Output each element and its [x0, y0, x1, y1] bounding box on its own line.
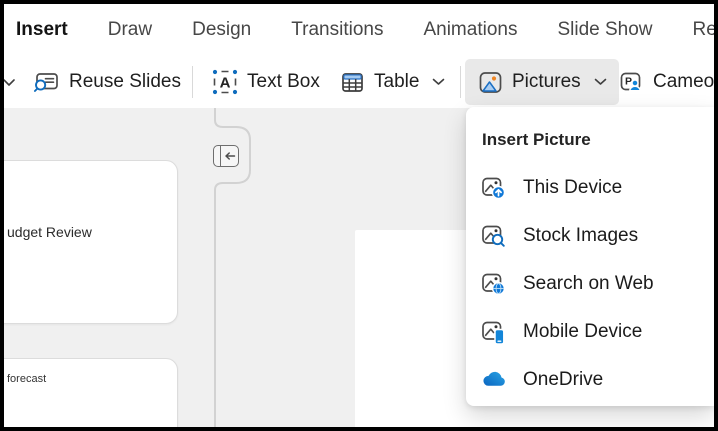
picture-upload-icon — [481, 175, 507, 201]
menu-item-label: OneDrive — [523, 369, 603, 391]
table-icon — [340, 70, 365, 95]
tab-insert[interactable]: Insert — [16, 19, 68, 41]
tab-animations[interactable]: Animations — [423, 19, 517, 41]
slide-thumbnail-1[interactable]: udget Review — [0, 160, 178, 324]
slide-thumbnail-2[interactable]: forecast — [0, 358, 178, 431]
tab-draw[interactable]: Draw — [108, 19, 152, 41]
table-label: Table — [374, 71, 419, 93]
reuse-slides-button[interactable]: Reuse Slides — [33, 56, 181, 108]
menu-item-label: Search on Web — [523, 273, 654, 295]
chevron-down-icon — [594, 78, 607, 86]
tab-transitions[interactable]: Transitions — [291, 19, 383, 41]
svg-text:A: A — [220, 75, 231, 92]
reuse-slides-label: Reuse Slides — [69, 71, 181, 93]
picture-search-icon — [481, 223, 507, 249]
toolbar-separator — [192, 66, 193, 98]
menu-item-label: This Device — [523, 177, 622, 199]
text-box-label: Text Box — [247, 71, 320, 93]
tab-review[interactable]: Re — [693, 19, 717, 41]
cameo-icon: P — [618, 69, 644, 95]
pane-edge-glyph — [214, 146, 221, 166]
svg-text:P: P — [625, 76, 632, 88]
picture-phone-icon — [481, 319, 507, 345]
menu-item-onedrive[interactable]: OneDrive — [479, 356, 709, 404]
menu-item-label: Mobile Device — [523, 321, 642, 343]
menu-item-mobile-device[interactable]: Mobile Device — [479, 308, 709, 356]
pictures-label: Pictures — [512, 71, 581, 93]
menu-item-stock-images[interactable]: Stock Images — [479, 212, 709, 260]
cameo-button[interactable]: P Cameo — [618, 56, 714, 108]
insert-picture-menu: Insert Picture This Device — [466, 107, 714, 406]
text-box-icon: A — [212, 69, 238, 95]
onedrive-cloud-icon — [481, 367, 507, 393]
toolbar-separator — [460, 66, 461, 98]
tab-design[interactable]: Design — [192, 19, 251, 41]
powerpoint-window: Insert Draw Design Transitions Animation… — [0, 0, 718, 431]
pictures-icon — [478, 70, 503, 95]
collapse-pane-button[interactable] — [213, 145, 239, 167]
pictures-button[interactable]: Pictures — [465, 59, 619, 105]
table-button[interactable]: Table — [340, 56, 445, 108]
chevron-down-icon — [2, 78, 16, 87]
menu-item-this-device[interactable]: This Device — [479, 164, 709, 212]
left-arrow-icon — [221, 146, 238, 166]
reuse-slides-icon — [33, 69, 60, 96]
thumbnail-title-text: udget Review — [7, 224, 92, 240]
chevron-down-icon — [432, 78, 445, 86]
tab-slide-show[interactable]: Slide Show — [557, 19, 652, 41]
text-box-button[interactable]: A Text Box — [212, 56, 320, 108]
menu-item-label: Stock Images — [523, 225, 638, 247]
overflow-chevron-button[interactable] — [2, 56, 16, 108]
thumbnail-title-text: forecast — [7, 373, 46, 385]
ribbon-tab-bar: Insert Draw Design Transitions Animation… — [4, 4, 714, 56]
menu-item-search-on-web[interactable]: Search on Web — [479, 260, 709, 308]
ribbon-toolbar: Reuse Slides A Text Box — [4, 56, 714, 108]
menu-title: Insert Picture — [482, 130, 591, 150]
picture-globe-icon — [481, 271, 507, 297]
cameo-label: Cameo — [653, 71, 714, 93]
